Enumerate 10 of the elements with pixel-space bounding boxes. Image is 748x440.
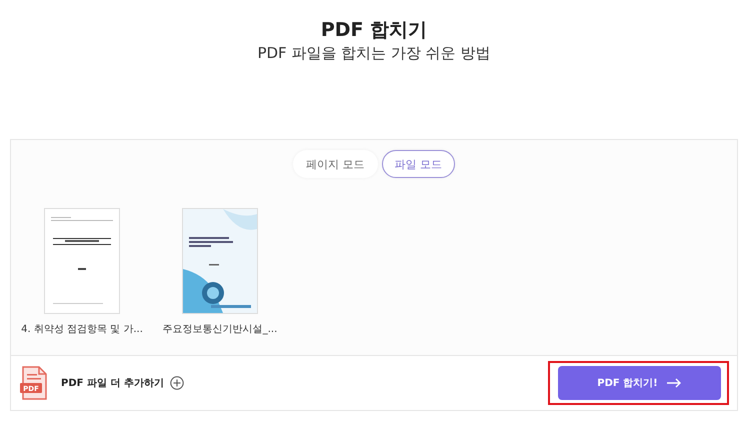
file-name: 4. 취약성 점검항목 및 가... bbox=[21, 323, 143, 336]
plus-circle-icon[interactable] bbox=[170, 376, 184, 390]
page-title: PDF 합치기 bbox=[320, 18, 428, 42]
mode-tab[interactable]: 파일 모드 bbox=[382, 150, 455, 178]
merge-button[interactable]: PDF 합치기! bbox=[558, 366, 721, 400]
file-name: 주요정보통신기반시설_... bbox=[162, 323, 278, 336]
mode-tab[interactable]: 페이지 모드 bbox=[293, 150, 378, 178]
arrow-icon bbox=[666, 378, 682, 388]
page-subtitle: PDF 파일을 합치는 가장 쉬운 방법 bbox=[257, 43, 491, 64]
add-more-files-label[interactable]: PDF 파일 더 추가하기 bbox=[61, 376, 164, 390]
